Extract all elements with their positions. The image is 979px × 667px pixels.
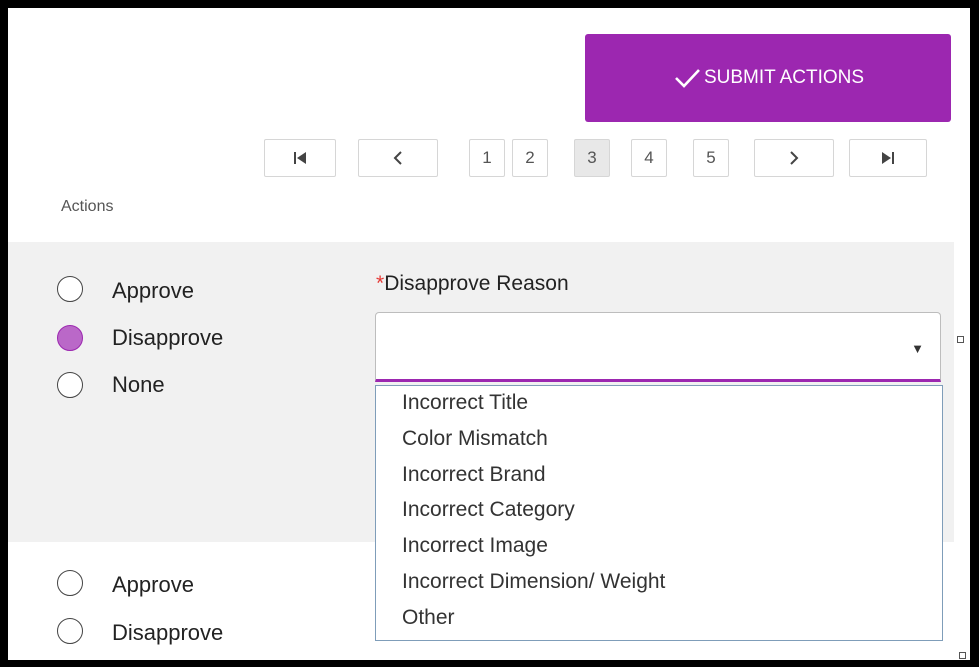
- disapprove-reason-text: Disapprove Reason: [384, 272, 569, 295]
- disapprove-radio-row2[interactable]: [57, 618, 83, 644]
- disapprove-radio[interactable]: [57, 325, 83, 351]
- chevron-left-icon: [393, 151, 402, 165]
- disapprove-reason-label: *Disapprove Reason: [376, 272, 569, 296]
- approve-radio[interactable]: [57, 276, 83, 302]
- none-radio[interactable]: [57, 372, 83, 398]
- dropdown-option[interactable]: Incorrect Brand: [402, 463, 546, 487]
- none-label[interactable]: None: [112, 372, 165, 398]
- approve-label-row2[interactable]: Approve: [112, 572, 194, 598]
- last-page-icon: [882, 152, 894, 164]
- dropdown-option[interactable]: Other: [402, 606, 455, 630]
- page-4-button[interactable]: 4: [631, 139, 667, 177]
- required-asterisk: *: [376, 272, 385, 295]
- actions-column-header: Actions: [61, 198, 114, 215]
- chevron-right-icon: [790, 151, 799, 165]
- disapprove-label[interactable]: Disapprove: [112, 325, 223, 351]
- disapprove-label-row2[interactable]: Disapprove: [112, 620, 223, 646]
- disapprove-reason-dropdown: Incorrect Title Color Mismatch Incorrect…: [375, 385, 943, 641]
- app-frame: SUBMIT ACTIONS 1 2 3 4 5 Actions Approve…: [8, 8, 970, 660]
- resize-handle[interactable]: [959, 652, 966, 659]
- dropdown-option[interactable]: Incorrect Image: [402, 534, 548, 558]
- approve-radio-row2[interactable]: [57, 570, 83, 596]
- scroll-gutter: [954, 8, 970, 660]
- submit-actions-label: SUBMIT ACTIONS: [703, 67, 865, 88]
- dropdown-option[interactable]: Incorrect Dimension/ Weight: [402, 570, 665, 594]
- checkmark-icon: [675, 69, 700, 88]
- page-3-button[interactable]: 3: [574, 139, 610, 177]
- page-2-button[interactable]: 2: [512, 139, 548, 177]
- resize-handle[interactable]: [957, 336, 964, 343]
- page-5-button[interactable]: 5: [693, 139, 729, 177]
- dropdown-option[interactable]: Incorrect Category: [402, 498, 575, 522]
- approve-label[interactable]: Approve: [112, 278, 194, 304]
- submit-actions-button[interactable]: SUBMIT ACTIONS: [585, 34, 951, 122]
- previous-page-button[interactable]: [358, 139, 438, 177]
- first-page-icon: [294, 152, 306, 164]
- disapprove-reason-select[interactable]: ▼: [375, 312, 941, 382]
- dropdown-option[interactable]: Incorrect Title: [402, 391, 528, 415]
- next-page-button[interactable]: [754, 139, 834, 177]
- dropdown-option[interactable]: Color Mismatch: [402, 427, 548, 451]
- first-page-button[interactable]: [264, 139, 336, 177]
- page-1-button[interactable]: 1: [469, 139, 505, 177]
- dropdown-arrow-icon: ▼: [911, 341, 924, 356]
- last-page-button[interactable]: [849, 139, 927, 177]
